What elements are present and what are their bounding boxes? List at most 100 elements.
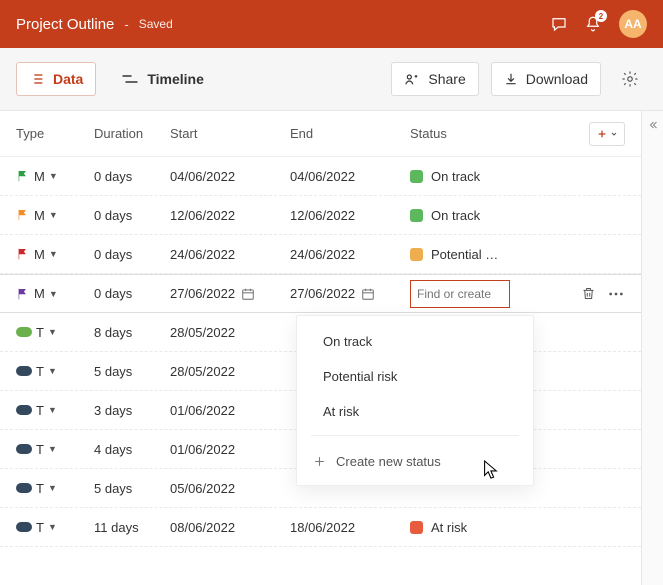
status-label: On track [431, 169, 480, 184]
create-new-status[interactable]: Create new status [297, 442, 533, 477]
type-label: T [36, 442, 44, 457]
type-caret-icon[interactable]: ▼ [49, 210, 58, 220]
data-view-label: Data [53, 71, 83, 87]
add-column-button[interactable] [589, 122, 625, 146]
document-title: Project Outline [16, 16, 114, 33]
duration-cell[interactable]: 0 days [94, 208, 170, 223]
delete-row-button[interactable] [579, 285, 597, 303]
type-caret-icon[interactable]: ▼ [48, 327, 57, 337]
duration-cell[interactable]: 0 days [94, 169, 170, 184]
notifications-icon[interactable]: 2 [581, 12, 605, 36]
type-caret-icon[interactable]: ▼ [49, 171, 58, 181]
notification-badge: 2 [595, 10, 607, 22]
status-input[interactable] [410, 280, 510, 308]
status-dropdown: On track Potential risk At risk Create new… [296, 315, 534, 486]
row-more-button[interactable] [607, 285, 625, 303]
col-end-header[interactable]: End [290, 126, 410, 141]
start-date-cell[interactable]: 05/06/2022 [170, 481, 290, 496]
type-caret-icon[interactable]: ▼ [48, 405, 57, 415]
toolbar: Data Timeline Share Download [0, 48, 663, 111]
start-date-cell[interactable]: 28/05/2022 [170, 364, 290, 379]
table-row[interactable]: M▼0 days04/06/202204/06/2022On track [0, 157, 641, 196]
status-cell[interactable]: At risk [410, 519, 579, 535]
status-color-swatch [410, 248, 423, 261]
end-date-cell[interactable]: 24/06/2022 [290, 247, 410, 262]
status-cell[interactable]: On track [410, 207, 579, 223]
flag-icon [16, 169, 30, 183]
duration-cell[interactable]: 3 days [94, 403, 170, 418]
status-label: On track [431, 208, 480, 223]
duration-cell[interactable]: 4 days [94, 442, 170, 457]
type-label: T [36, 520, 44, 535]
duration-cell[interactable]: 5 days [94, 364, 170, 379]
type-caret-icon[interactable]: ▼ [49, 249, 58, 259]
type-caret-icon[interactable]: ▼ [48, 522, 57, 532]
status-color-swatch [410, 521, 423, 534]
col-duration-header[interactable]: Duration [94, 126, 170, 141]
start-date-cell[interactable]: 12/06/2022 [170, 208, 290, 223]
task-pill-icon [16, 366, 32, 376]
col-type-header[interactable]: Type [8, 126, 94, 141]
task-pill-icon [16, 444, 32, 454]
type-label: M [34, 247, 45, 262]
title-bar: Project Outline - Saved 2 AA [0, 0, 663, 48]
type-caret-icon[interactable]: ▼ [48, 483, 57, 493]
status-option[interactable]: At risk [297, 394, 533, 429]
table-row[interactable]: M▼0 days12/06/202212/06/2022On track [0, 196, 641, 235]
start-date-cell[interactable]: 01/06/2022 [170, 442, 290, 457]
duration-cell[interactable]: 11 days [94, 520, 170, 535]
status-cell[interactable] [410, 280, 579, 308]
collapsed-side-panel[interactable] [641, 111, 663, 585]
duration-cell[interactable]: 0 days [94, 247, 170, 262]
col-start-header[interactable]: Start [170, 126, 290, 141]
flag-icon [16, 247, 30, 261]
timeline-view-button[interactable]: Timeline [108, 62, 217, 96]
title-separator: - [124, 17, 128, 32]
end-date-cell[interactable]: 27/06/2022 [290, 286, 410, 301]
duration-cell[interactable]: 5 days [94, 481, 170, 496]
type-caret-icon[interactable]: ▼ [48, 366, 57, 376]
status-option-label: At risk [323, 404, 359, 419]
type-caret-icon[interactable]: ▼ [49, 289, 58, 299]
end-date-cell[interactable]: 04/06/2022 [290, 169, 410, 184]
type-label: T [36, 403, 44, 418]
status-label: Potential … [431, 247, 498, 262]
status-option[interactable]: On track [297, 324, 533, 359]
dropdown-divider [311, 435, 519, 436]
status-cell[interactable]: Potential … [410, 246, 579, 262]
comments-icon[interactable] [547, 12, 571, 36]
start-date-cell[interactable]: 28/05/2022 [170, 325, 290, 340]
task-pill-icon [16, 483, 32, 493]
start-date-cell[interactable]: 04/06/2022 [170, 169, 290, 184]
create-new-status-label: Create new status [336, 454, 441, 469]
duration-cell[interactable]: 8 days [94, 325, 170, 340]
table-row[interactable]: T ▼ 11 days08/06/202218/06/2022At risk [0, 508, 641, 547]
start-date-cell[interactable]: 08/06/2022 [170, 520, 290, 535]
type-label: T [36, 325, 44, 340]
start-date-cell[interactable]: 24/06/2022 [170, 247, 290, 262]
table-row[interactable]: M▼0 days24/06/202224/06/2022Potential … [0, 235, 641, 274]
table-row[interactable]: M▼0 days27/06/202227/06/2022 [0, 274, 641, 313]
duration-cell[interactable]: 0 days [94, 286, 170, 301]
end-date-cell[interactable]: 12/06/2022 [290, 208, 410, 223]
flag-icon [16, 287, 30, 301]
calendar-icon[interactable] [241, 287, 255, 301]
type-caret-icon[interactable]: ▼ [48, 444, 57, 454]
data-view-button[interactable]: Data [16, 62, 96, 96]
download-label: Download [526, 71, 588, 87]
start-date-cell[interactable]: 01/06/2022 [170, 403, 290, 418]
download-button[interactable]: Download [491, 62, 601, 96]
settings-icon[interactable] [613, 62, 647, 96]
col-status-header[interactable]: Status [410, 126, 579, 141]
end-date-cell[interactable]: 18/06/2022 [290, 520, 410, 535]
start-date-cell[interactable]: 27/06/2022 [170, 286, 290, 301]
status-option-label: Potential risk [323, 369, 397, 384]
calendar-icon[interactable] [361, 287, 375, 301]
status-cell[interactable]: On track [410, 168, 579, 184]
type-label: T [36, 481, 44, 496]
status-option[interactable]: Potential risk [297, 359, 533, 394]
type-label: M [34, 286, 45, 301]
avatar[interactable]: AA [619, 10, 647, 38]
share-button[interactable]: Share [391, 62, 478, 96]
save-status: Saved [139, 17, 173, 31]
